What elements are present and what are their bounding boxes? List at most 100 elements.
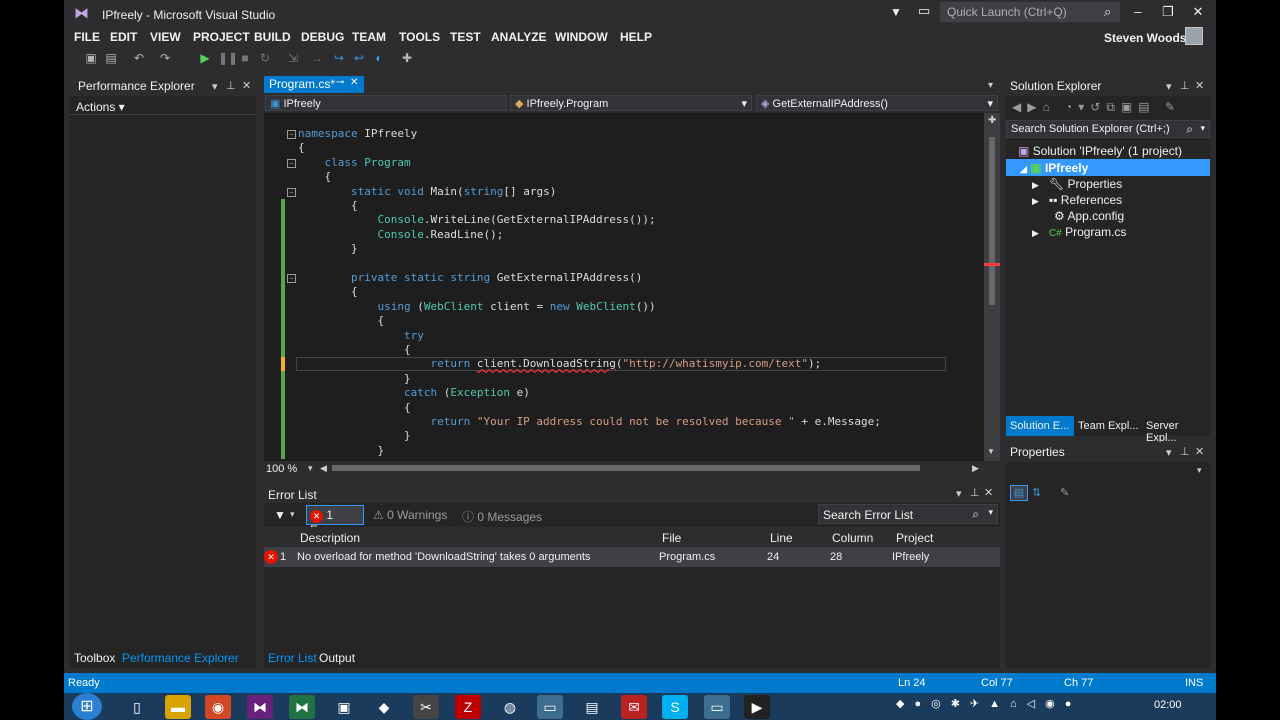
close-icon[interactable]: ✕: [350, 77, 358, 88]
close-icon[interactable]: ✕: [242, 79, 251, 92]
close-icon[interactable]: ✕: [1195, 79, 1204, 92]
code-line[interactable]: using (WebClient client = new WebClient(…: [298, 300, 655, 314]
code-line[interactable]: static void Main(string[] args): [298, 185, 556, 199]
taskbar-app-icon[interactable]: ▯: [124, 695, 150, 719]
panel-dropdown-icon[interactable]: ▾: [212, 80, 218, 93]
pin-icon[interactable]: ⊥: [226, 79, 236, 92]
panel-dropdown-icon[interactable]: ▾: [1166, 446, 1172, 459]
fold-toggle[interactable]: −: [287, 188, 296, 197]
alphabetical-icon[interactable]: ⇅: [1032, 486, 1041, 499]
categorized-icon[interactable]: ▤: [1010, 485, 1028, 501]
column-project[interactable]: Project: [896, 531, 933, 545]
member-dropdown[interactable]: ◈ GetExternalIPAddress() ▾: [756, 95, 998, 111]
panel-dropdown-icon[interactable]: ▾: [956, 487, 962, 500]
tree-item-app-config[interactable]: ⚙ App.config: [1054, 209, 1124, 223]
user-name[interactable]: Steven Woods: [1104, 31, 1186, 45]
expand-arrow-icon[interactable]: ▶: [1032, 196, 1039, 206]
taskbar-app-icon[interactable]: ▭: [537, 695, 563, 719]
code-line[interactable]: Console.ReadLine();: [298, 228, 503, 242]
save-all-icon[interactable]: ▤: [104, 51, 118, 65]
code-line[interactable]: return client.DownloadString("http://wha…: [298, 357, 821, 371]
close-icon[interactable]: ✕: [984, 486, 993, 499]
code-line[interactable]: {: [298, 170, 331, 184]
expand-arrow-icon[interactable]: ▶: [1032, 228, 1039, 238]
column-description[interactable]: Description: [300, 531, 360, 545]
code-line[interactable]: }: [298, 372, 411, 386]
taskbar-app-icon[interactable]: ✂: [413, 695, 439, 719]
solution-search-input[interactable]: Search Solution Explorer (Ctrl+;) ⌕ ▾: [1006, 120, 1210, 138]
menu-tools[interactable]: TOOLS: [399, 30, 440, 44]
menu-team[interactable]: TEAM: [352, 30, 386, 44]
step-over-icon[interactable]: ↪: [332, 51, 346, 65]
menu-edit[interactable]: EDIT: [110, 30, 137, 44]
code-line[interactable]: {: [298, 314, 384, 328]
taskbar-app-icon[interactable]: ▤: [579, 695, 605, 719]
close-icon[interactable]: ✕: [1195, 445, 1204, 458]
chrome-icon[interactable]: ◉: [205, 695, 231, 719]
code-line[interactable]: return "Your IP address could not be res…: [298, 415, 880, 429]
code-line[interactable]: {: [298, 285, 358, 299]
tab-error-list[interactable]: Error List: [264, 650, 321, 666]
code-line[interactable]: namespace IPfreely: [298, 127, 417, 141]
scrollbar-thumb[interactable]: [989, 137, 995, 305]
editor-vertical-scrollbar[interactable]: ✚ ▼: [984, 113, 1000, 461]
taskbar-app-icon[interactable]: ▣: [331, 695, 357, 719]
stop-icon[interactable]: ■: [238, 51, 252, 65]
close-window-button[interactable]: ✕: [1185, 4, 1211, 20]
fold-toggle[interactable]: −: [287, 130, 296, 139]
class-dropdown[interactable]: ◆ IPfreely.Program ▾: [510, 95, 752, 111]
filter-dropdown-icon[interactable]: ▾: [290, 509, 295, 520]
quick-launch-input[interactable]: Quick Launch (Ctrl+Q): [940, 2, 1120, 22]
step-out-icon[interactable]: ↩: [352, 51, 366, 65]
pin-icon[interactable]: ⊸: [336, 77, 344, 88]
panel-dropdown-icon[interactable]: ▾: [1166, 80, 1172, 93]
tab-program-cs[interactable]: Program.cs* ⊸ ✕: [264, 76, 364, 93]
tab-output[interactable]: Output: [315, 650, 359, 666]
filter-icon[interactable]: ▼: [274, 508, 286, 522]
pin-icon[interactable]: ⊥: [1180, 79, 1190, 92]
maximize-button[interactable]: ❐: [1155, 4, 1181, 20]
code-line[interactable]: {: [298, 141, 305, 155]
taskbar-app-icon[interactable]: ◍: [497, 695, 523, 719]
menu-build[interactable]: BUILD: [254, 30, 291, 44]
clock[interactable]: 02:00: [1154, 699, 1182, 711]
collapse-arrow-icon[interactable]: ◢: [1020, 164, 1027, 174]
tab-overflow-icon[interactable]: ▾: [988, 80, 993, 91]
start-debug-icon[interactable]: ▶: [198, 51, 212, 65]
menu-debug[interactable]: DEBUG: [301, 30, 344, 44]
menu-test[interactable]: TEST: [450, 30, 481, 44]
menu-view[interactable]: VIEW: [150, 30, 181, 44]
redo-icon[interactable]: ↷: [158, 51, 172, 65]
column-column[interactable]: Column: [832, 531, 873, 545]
code-line[interactable]: try: [298, 329, 424, 343]
tab-toolbox[interactable]: Toolbox: [70, 650, 119, 666]
menu-project[interactable]: PROJECT: [193, 30, 250, 44]
messages-filter-button[interactable]: ⓘ 0 Messages: [462, 508, 542, 525]
search-dropdown-icon[interactable]: ▾: [1200, 123, 1205, 134]
pause-icon[interactable]: ❚❚: [218, 51, 238, 65]
warnings-filter-button[interactable]: ⚠ 0 Warnings: [373, 508, 447, 522]
solution-explorer-toolbar[interactable]: ◀▶⌂ ◔▾↺⧉▣▤ ✎: [1012, 100, 1181, 115]
scroll-right-icon[interactable]: ▶: [972, 463, 979, 474]
menu-analyze[interactable]: ANALYZE: [491, 30, 547, 44]
feedback-icon[interactable]: ▭: [918, 3, 930, 19]
scroll-down-icon[interactable]: ▼: [987, 447, 995, 456]
minimize-button[interactable]: –: [1125, 4, 1151, 19]
undo-icon[interactable]: ↶: [132, 51, 146, 65]
code-line[interactable]: {: [298, 401, 411, 415]
fold-toggle[interactable]: −: [287, 274, 296, 283]
property-pages-icon[interactable]: ✎: [1060, 486, 1069, 499]
project-dropdown[interactable]: ▣ IPfreely: [265, 95, 507, 111]
search-dropdown-icon[interactable]: ▾: [988, 507, 993, 518]
code-line[interactable]: class Program: [298, 156, 411, 170]
split-icon[interactable]: ✚: [988, 115, 996, 126]
taskbar-app-icon[interactable]: ▭: [704, 695, 730, 719]
code-line[interactable]: }: [298, 444, 384, 458]
zoom-level[interactable]: 100 %: [266, 463, 297, 475]
column-line[interactable]: Line: [770, 531, 793, 545]
code-line[interactable]: private static string GetExternalIPAddre…: [298, 271, 642, 285]
code-line[interactable]: {: [298, 199, 358, 213]
pin-icon[interactable]: ⊥: [970, 486, 980, 499]
pin-icon[interactable]: ⊥: [1180, 445, 1190, 458]
terminal-icon[interactable]: ▶: [744, 695, 770, 719]
